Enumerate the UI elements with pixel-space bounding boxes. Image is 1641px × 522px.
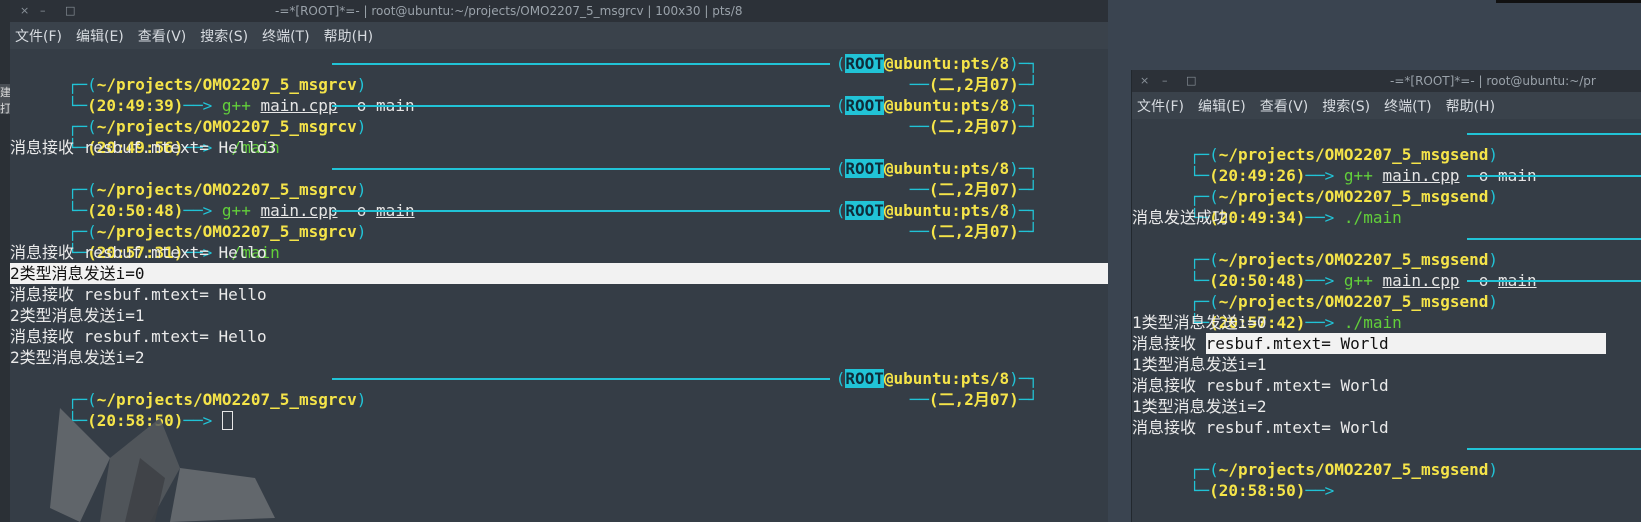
menu-view[interactable]: 查看(V) <box>138 26 187 46</box>
prompt-date: (二,2月07) <box>928 390 1019 409</box>
prompt-rule <box>332 168 830 170</box>
prompt-header: ┌─(~/projects/OMO2207_5_msgrcv) (ROOT@ub… <box>67 159 1038 199</box>
output-line: 1类型消息发送i=0 <box>1132 313 1267 332</box>
prompt-command-line: └─(20:57:31)──> ./main ──(二,2月07)─┘ <box>67 222 1038 262</box>
window-titlebar[interactable]: × – □ -=*[ROOT]*=- | root@ubuntu:~/proje… <box>10 0 1108 22</box>
output-line: 2类型消息发送i=2 <box>10 348 145 367</box>
maximize-icon[interactable]: □ <box>1186 70 1196 92</box>
root-badge: ROOT <box>845 159 884 178</box>
window-titlebar[interactable]: × – □ -=*[ROOT]*=- | root@ubuntu:~/pr <box>1132 70 1641 92</box>
cat-wallpaper-image <box>50 408 275 522</box>
prompt-date: (二,2月07) <box>928 117 1019 136</box>
output-line: 消息接收 resbuf.mtext= Hello3 <box>10 138 277 157</box>
prompt-rule <box>1467 448 1641 450</box>
prompt-rule <box>1467 133 1641 135</box>
prompt-command-line[interactable]: └─(20:58:50)──> <box>1132 459 1641 500</box>
output-line: 消息接收 resbuf.mtext= Hello <box>10 285 267 304</box>
menu-search[interactable]: 搜索(S) <box>200 26 248 46</box>
host-label: @ubuntu:pts/8 <box>883 159 1010 178</box>
output-line: 1类型消息发送i=2 <box>1132 397 1267 416</box>
prompt-header: ┌─(~/projects/OMO2207_5_msgrcv) (ROOT@ub… <box>67 96 1038 136</box>
prompt-header: ┌─(~/projects/OMO2207_5_msgsend) <box>1132 228 1641 269</box>
terminal-content[interactable]: ┌─(~/projects/OMO2207_5_msgrcv) (ROOT@ub… <box>10 49 1108 430</box>
selected-text[interactable]: resbuf.mtext= World <box>1205 333 1606 354</box>
output-prefix: 消息接收 <box>1132 334 1206 353</box>
prompt-rule <box>1467 175 1641 177</box>
prompt-date: (二,2月07) <box>928 75 1019 94</box>
menu-search[interactable]: 搜索(S) <box>1322 96 1370 116</box>
output-line: 2类型消息发送i=1 <box>10 306 145 325</box>
prompt-command-line: └─(20:49:56)──> ./main ──(二,2月07)─┘ <box>67 117 1038 157</box>
menu-file[interactable]: 文件(F) <box>15 26 62 46</box>
host-label: @ubuntu:pts/8 <box>883 54 1010 73</box>
output-line-selected: 消息接收 resbuf.mtext= World <box>1132 333 1641 354</box>
root-badge: ROOT <box>845 201 884 220</box>
prompt-header: ┌─(~/projects/OMO2207_5_msgrcv) (ROOT@ub… <box>67 369 1038 409</box>
host-label: @ubuntu:pts/8 <box>883 96 1010 115</box>
output-line: 消息接收 resbuf.mtext= Hello <box>10 327 267 346</box>
prompt-header: ┌─(~/projects/OMO2207_5_msgsend) <box>1132 270 1641 311</box>
prompt-command-line: └─(20:57:42)──> ./main <box>1189 313 1402 332</box>
output-line: 消息发送成功 <box>1132 208 1229 227</box>
output-line-highlighted: 2类型消息发送i=0 <box>10 263 1108 284</box>
close-icon[interactable]: × <box>1140 70 1149 92</box>
output-line: 消息接收 resbuf.mtext= World <box>1132 418 1389 437</box>
menu-help[interactable]: 帮助(H) <box>324 26 373 46</box>
menu-file[interactable]: 文件(F) <box>1137 96 1184 116</box>
output-line: 消息接收 resbuf.mtext= Hello <box>10 243 267 262</box>
host-label: @ubuntu:pts/8 <box>883 369 1010 388</box>
prompt-rule <box>1467 280 1641 282</box>
menu-view[interactable]: 查看(V) <box>1260 96 1309 116</box>
output-line: 1类型消息发送i=1 <box>1132 355 1267 374</box>
prompt-time: (20:58:50) <box>1209 481 1306 500</box>
root-badge: ROOT <box>845 369 884 388</box>
desktop-top-bar <box>1496 0 1641 3</box>
prompt-rule <box>1467 238 1641 240</box>
prompt-header: ┌─(~/projects/OMO2207_5_msgsend) <box>1132 123 1641 164</box>
prompt-header: ┌─(~/projects/OMO2207_5_msgsend) <box>1132 165 1641 206</box>
menu-help[interactable]: 帮助(H) <box>1446 96 1495 116</box>
terminal-window-msgsend[interactable]: × – □ -=*[ROOT]*=- | root@ubuntu:~/pr 文件… <box>1131 70 1641 522</box>
prompt-command-line: └─(20:49:39)──> g++ main.cpp -o main ──(… <box>67 75 1038 115</box>
root-badge: ROOT <box>845 54 884 73</box>
menu-edit[interactable]: 编辑(E) <box>1198 96 1246 116</box>
prompt-rule <box>332 378 830 380</box>
menu-terminal[interactable]: 终端(T) <box>262 26 309 46</box>
output-line: 消息接收 resbuf.mtext= World <box>1132 376 1389 395</box>
window-title: -=*[ROOT]*=- | root@ubuntu:~/pr <box>1390 74 1596 88</box>
minimize-icon[interactable]: – <box>40 0 46 22</box>
host-label: @ubuntu:pts/8 <box>883 201 1010 220</box>
maximize-icon[interactable]: □ <box>65 0 75 22</box>
terminal-window-msgrcv[interactable]: × – □ -=*[ROOT]*=- | root@ubuntu:~/proje… <box>10 0 1108 522</box>
prompt-header: ┌─(~/projects/OMO2207_5_msgrcv) (ROOT@ub… <box>67 54 1038 94</box>
prompt-command-line: └─(20:49:34)──> ./main <box>1189 208 1402 227</box>
root-badge: ROOT <box>845 96 884 115</box>
prompt-rule <box>332 210 830 212</box>
prompt-rule <box>332 105 830 107</box>
menu-bar: 文件(F) 编辑(E) 查看(V) 搜索(S) 终端(T) 帮助(H) <box>10 22 1108 49</box>
close-icon[interactable]: × <box>20 0 29 22</box>
menu-edit[interactable]: 编辑(E) <box>76 26 124 46</box>
prompt-command-line: └─(20:49:26)──> g++ main.cpp -o main <box>1189 166 1537 185</box>
minimize-icon[interactable]: – <box>1162 70 1168 92</box>
window-title: -=*[ROOT]*=- | root@ubuntu:~/projects/OM… <box>275 4 743 18</box>
prompt-header: ┌─(~/projects/OMO2207_5_msgrcv) (ROOT@ub… <box>67 201 1038 241</box>
prompt-date: (二,2月07) <box>928 180 1019 199</box>
prompt-date: (二,2月07) <box>928 222 1019 241</box>
menu-terminal[interactable]: 终端(T) <box>1384 96 1431 116</box>
menu-bar: 文件(F) 编辑(E) 查看(V) 搜索(S) 终端(T) 帮助(H) <box>1132 92 1641 119</box>
prompt-command-line: └─(20:50:48)──> g++ main.cpp -o main <box>1189 271 1537 290</box>
prompt-command-line: └─(20:50:48)──> g++ main.cpp -o main ──(… <box>67 180 1038 220</box>
prompt-rule <box>332 63 830 65</box>
prompt-header: ┌─(~/projects/OMO2207_5_msgsend) <box>1132 438 1641 479</box>
terminal-content[interactable]: ┌─(~/projects/OMO2207_5_msgsend) └─(20:4… <box>1132 119 1641 500</box>
